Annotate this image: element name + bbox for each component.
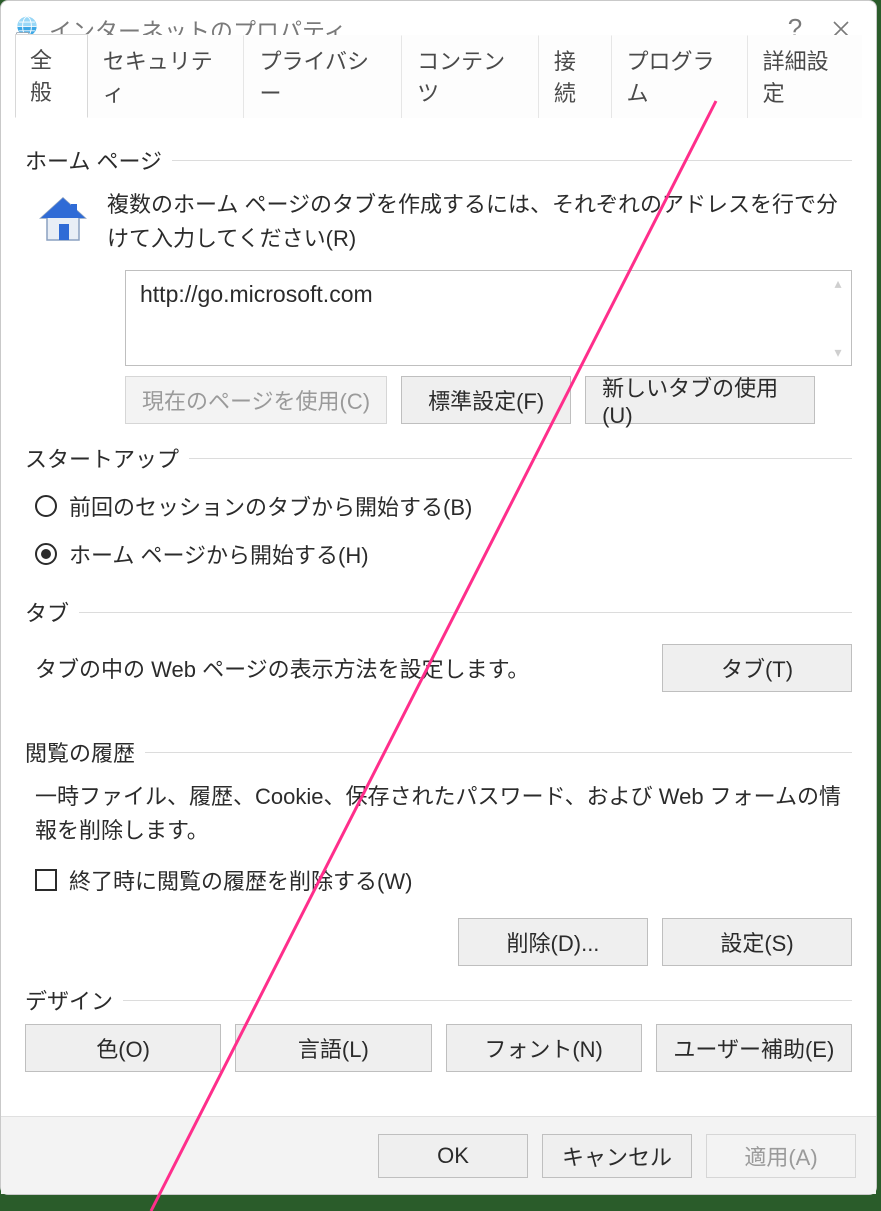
tab-strip: 全般 セキュリティ プライバシー コンテンツ 接続 プログラム 詳細設定: [15, 74, 862, 118]
tab-advanced[interactable]: 詳細設定: [748, 35, 862, 118]
languages-button[interactable]: 言語(L): [235, 1024, 431, 1072]
divider: [79, 612, 852, 613]
delete-history-button[interactable]: 削除(D)...: [458, 918, 648, 966]
scroll-up-icon[interactable]: ▴: [834, 275, 841, 292]
divider: [123, 1000, 852, 1001]
tab-privacy[interactable]: プライバシー: [244, 35, 402, 118]
history-description: 一時ファイル、履歴、Cookie、保存されたパスワード、および Web フォーム…: [25, 776, 852, 856]
scrollbar[interactable]: ▴ ▾: [829, 275, 847, 361]
use-new-tab-button[interactable]: 新しいタブの使用(U): [585, 376, 815, 424]
tab-content[interactable]: コンテンツ: [402, 35, 539, 118]
history-settings-button[interactable]: 設定(S): [662, 918, 852, 966]
browsing-history-group: 閲覧の履歴 一時ファイル、履歴、Cookie、保存されたパスワード、および We…: [25, 728, 852, 966]
delete-on-exit-checkbox[interactable]: 終了時に閲覧の履歴を削除する(W): [25, 856, 852, 904]
home-page-instruction: 複数のホーム ページのタブを作成するには、それぞれのアドレスを行で分けて入力して…: [107, 188, 852, 256]
tabs-group: タブ タブの中の Web ページの表示方法を設定します。 タブ(T): [25, 588, 852, 700]
divider: [189, 458, 852, 459]
home-page-url-input[interactable]: http://go.microsoft.com ▴ ▾: [125, 270, 852, 366]
startup-home-page-radio[interactable]: ホーム ページから開始する(H): [25, 530, 852, 578]
radio-icon: [35, 495, 57, 517]
tabs-group-label: タブ: [25, 596, 69, 628]
fonts-button[interactable]: フォント(N): [446, 1024, 642, 1072]
home-page-url-value: http://go.microsoft.com: [140, 281, 373, 307]
startup-group: スタートアップ 前回のセッションのタブから開始する(B) ホーム ページから開始…: [25, 434, 852, 578]
checkbox-label: 終了時に閲覧の履歴を削除する(W): [69, 864, 412, 896]
tabs-description: タブの中の Web ページの表示方法を設定します。: [35, 652, 529, 684]
use-current-page-button: 現在のページを使用(C): [125, 376, 387, 424]
checkbox-icon: [35, 869, 57, 891]
radio-label: 前回のセッションのタブから開始する(B): [69, 490, 472, 522]
history-group-label: 閲覧の履歴: [25, 736, 135, 768]
general-panel: ホーム ページ 複数のホーム ページのタブを作成するには、それぞれのアドレスを行…: [1, 118, 876, 1116]
tabs-settings-button[interactable]: タブ(T): [662, 644, 852, 692]
dialog-footer: OK キャンセル 適用(A): [1, 1116, 876, 1194]
radio-checked-icon: [35, 543, 57, 565]
tab-connections[interactable]: 接続: [539, 35, 612, 118]
divider: [145, 752, 852, 753]
design-group: デザイン 色(O) 言語(L) フォント(N) ユーザー補助(E): [25, 976, 852, 1072]
colors-button[interactable]: 色(O): [25, 1024, 221, 1072]
use-default-button[interactable]: 標準設定(F): [401, 376, 571, 424]
radio-label: ホーム ページから開始する(H): [69, 538, 369, 570]
tab-general[interactable]: 全般: [15, 34, 88, 118]
ok-button[interactable]: OK: [378, 1134, 528, 1178]
divider: [172, 160, 852, 161]
home-page-group-label: ホーム ページ: [25, 144, 162, 176]
startup-group-label: スタートアップ: [25, 442, 179, 474]
scroll-down-icon[interactable]: ▾: [834, 344, 841, 361]
accessibility-button[interactable]: ユーザー補助(E): [656, 1024, 852, 1072]
tab-security[interactable]: セキュリティ: [88, 35, 245, 118]
home-page-group: ホーム ページ 複数のホーム ページのタブを作成するには、それぞれのアドレスを行…: [25, 136, 852, 424]
internet-properties-dialog: インターネットのプロパティ ? 全般 セキュリティ プライバシー コンテンツ 接…: [0, 0, 877, 1195]
startup-last-session-radio[interactable]: 前回のセッションのタブから開始する(B): [25, 482, 852, 530]
cancel-button[interactable]: キャンセル: [542, 1134, 692, 1178]
design-group-label: デザイン: [25, 984, 113, 1016]
home-icon: [35, 188, 107, 254]
tab-programs[interactable]: プログラム: [612, 35, 748, 118]
apply-button: 適用(A): [706, 1134, 856, 1178]
